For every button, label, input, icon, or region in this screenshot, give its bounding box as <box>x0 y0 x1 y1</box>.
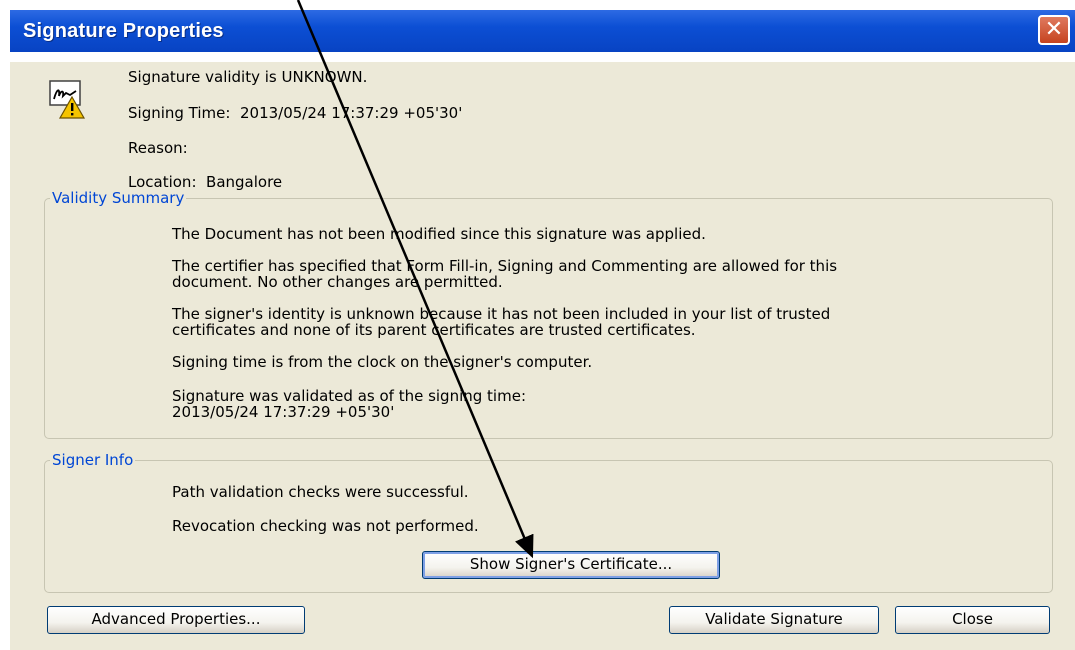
summary-line-clock: Signing time is from the clock on the si… <box>172 353 593 371</box>
close-icon[interactable]: ✕ <box>1038 15 1070 45</box>
show-signers-certificate-button[interactable]: Show Signer's Certificate... <box>422 551 720 579</box>
window-title: Signature Properties <box>23 20 224 42</box>
advanced-properties-button[interactable]: Advanced Properties... <box>47 606 305 634</box>
signature-properties-dialog: Signature Properties ✕ Signature validit… <box>10 0 1075 650</box>
validate-signature-button[interactable]: Validate Signature <box>669 606 879 634</box>
summary-line-modified: The Document has not been modified since… <box>172 225 706 243</box>
close-button[interactable]: Close <box>895 606 1050 634</box>
summary-line-certifier-2: document. No other changes are permitted… <box>172 273 503 291</box>
reason-text: Reason: <box>128 139 188 157</box>
signer-info-legend: Signer Info <box>50 451 136 469</box>
signer-line-path-validation: Path validation checks were successful. <box>172 483 469 501</box>
signer-line-revocation: Revocation checking was not performed. <box>172 517 479 535</box>
signing-time-text: Signing Time: 2013/05/24 17:37:29 +05'30… <box>128 104 463 122</box>
summary-line-identity-2: certificates and none of its parent cert… <box>172 321 696 339</box>
summary-line-validated-2: 2013/05/24 17:37:29 +05'30' <box>172 403 395 421</box>
title-bar[interactable]: Signature Properties ✕ <box>10 0 1075 62</box>
signature-warning-icon <box>49 80 86 119</box>
validity-summary-legend: Validity Summary <box>50 189 187 207</box>
validity-status-text: Signature validity is UNKNOWN. <box>128 68 368 86</box>
